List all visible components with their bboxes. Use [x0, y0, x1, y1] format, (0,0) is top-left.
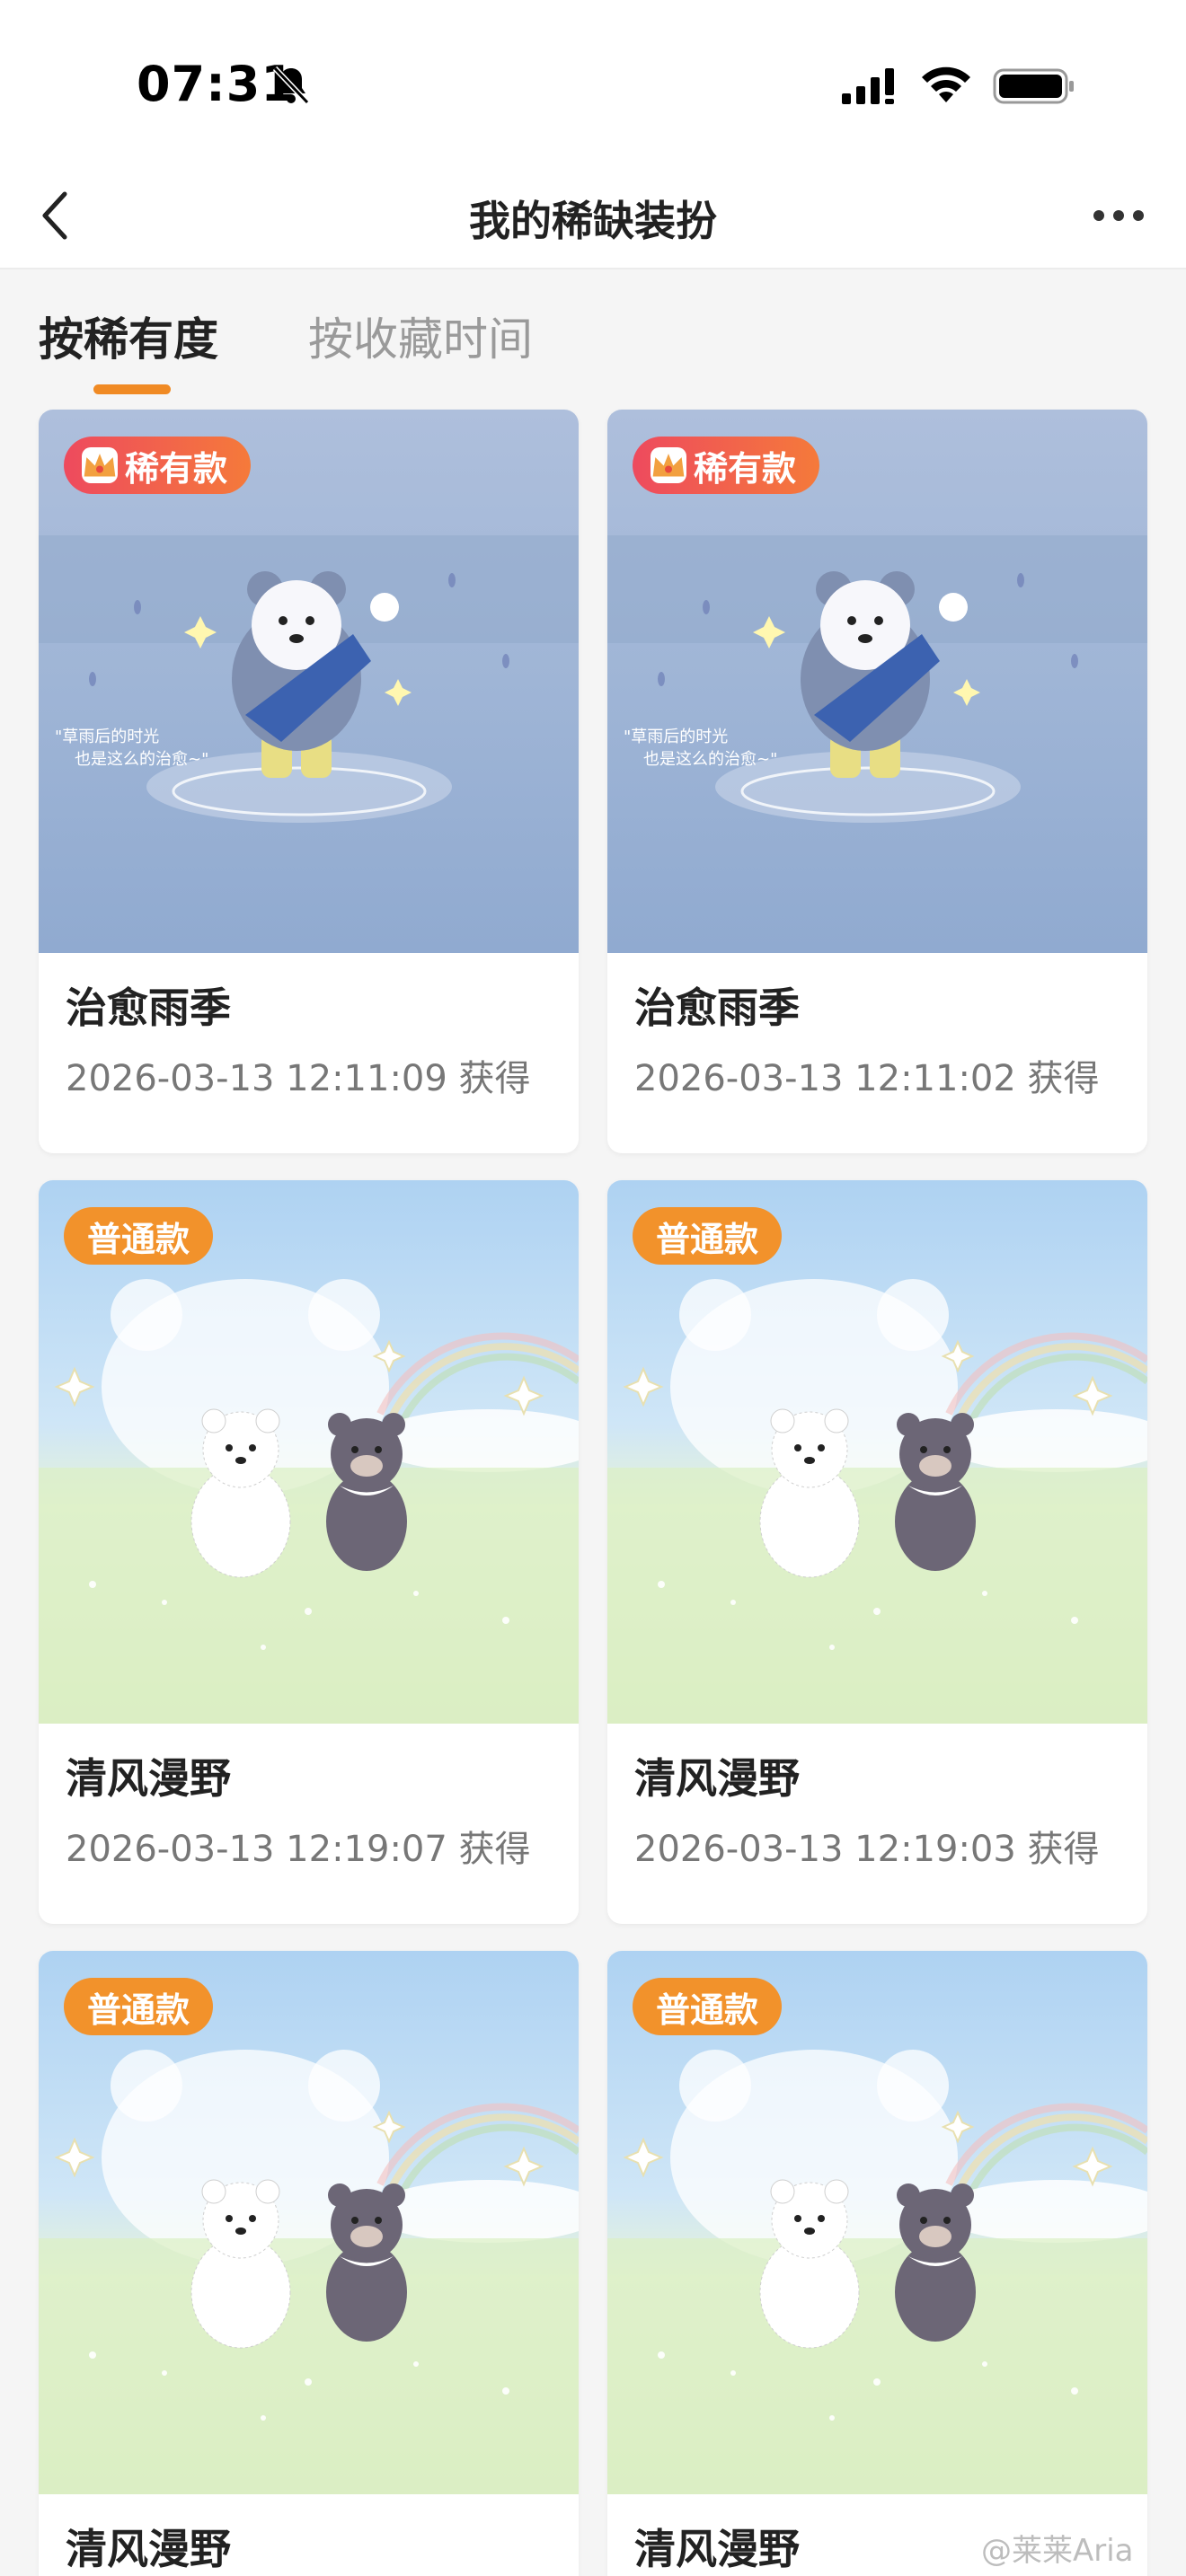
collection-card[interactable]: 普通款 清风漫野 2026-03-13 12:19:07 获得 — [39, 1180, 579, 1924]
rarity-badge: 普通款 — [64, 1207, 214, 1265]
collection-card[interactable]: 普通款 清风漫野 2026-03-13 12:19:03 获得 — [607, 1180, 1147, 1924]
signal-icon — [842, 68, 894, 104]
card-artwork: "草雨后的时光 也是这么的治愈~" 稀有款 — [39, 410, 579, 953]
card-date: 2026-03-13 12:19:07 获得 — [66, 1829, 531, 1870]
rarity-badge: 稀有款 — [64, 437, 252, 494]
status-bar: 07:31 — [0, 0, 1186, 162]
card-artwork: 普通款 — [607, 1180, 1147, 1724]
card-artwork: 普通款 — [39, 1180, 579, 1724]
more-horizontal-icon — [1093, 210, 1104, 221]
rarity-badge: 普通款 — [64, 1978, 214, 2035]
svg-text:也是这么的治愈~": 也是这么的治愈~" — [75, 750, 208, 769]
sort-tabs: 按稀有度 按收藏时间 — [0, 269, 1186, 402]
collection-card[interactable]: "草雨后的时光 也是这么的治愈~" 稀有款 治愈雨季 2026-03-13 12… — [39, 410, 579, 1153]
rarity-badge: 普通款 — [633, 1978, 783, 2035]
card-title: 清风漫野 — [634, 1754, 800, 1803]
watermark: @莱莱Aria — [981, 2533, 1134, 2569]
tab-active-indicator — [93, 384, 171, 394]
more-button[interactable] — [1078, 181, 1159, 250]
tab-by-collect-time[interactable]: 按收藏时间 — [308, 304, 533, 368]
card-artwork: 普通款 — [607, 1951, 1147, 2494]
battery-icon — [993, 68, 1074, 104]
card-date: 2026-03-13 12:11:09 获得 — [66, 1058, 531, 1099]
rarity-badge: 稀有款 — [633, 437, 820, 494]
card-date: 2026-03-13 12:11:02 获得 — [634, 1058, 1100, 1099]
rarity-badge: 普通款 — [633, 1207, 783, 1265]
card-title: 治愈雨季 — [66, 984, 231, 1032]
card-title: 治愈雨季 — [634, 984, 800, 1032]
card-title: 清风漫野 — [66, 2525, 231, 2573]
card-artwork: "草雨后的时光 也是这么的治愈~" 稀有款 — [607, 410, 1147, 953]
bell-muted-icon — [272, 66, 310, 105]
collection-card[interactable]: 普通款 清风漫野 — [39, 1951, 579, 2576]
navigation-bar: 我的稀缺装扮 — [0, 162, 1186, 269]
crown-icon — [651, 447, 686, 483]
crown-icon — [82, 447, 118, 483]
card-date: 2026-03-13 12:19:03 获得 — [634, 1829, 1100, 1870]
card-title: 清风漫野 — [634, 2525, 800, 2573]
card-title: 清风漫野 — [66, 1754, 231, 1803]
collection-card[interactable]: 普通款 清风漫野 — [607, 1951, 1147, 2576]
collection-card[interactable]: "草雨后的时光 也是这么的治愈~" 稀有款 治愈雨季 2026-03-13 12… — [607, 410, 1147, 1153]
card-artwork: 普通款 — [39, 1951, 579, 2494]
page-title: 我的稀缺装扮 — [469, 197, 717, 245]
svg-text:也是这么的治愈~": 也是这么的治愈~" — [643, 750, 777, 769]
tab-by-rarity[interactable]: 按稀有度 — [39, 304, 218, 368]
wifi-icon — [922, 66, 970, 102]
